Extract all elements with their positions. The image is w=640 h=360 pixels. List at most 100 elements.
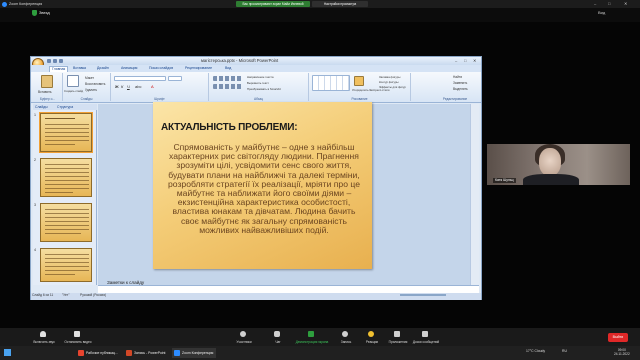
tab-slideshow[interactable]: Показ слайдов [147,66,175,71]
layout-button[interactable]: Макет [85,76,94,80]
taskbar-clock[interactable]: 09:00 24.11.2022 [614,348,630,357]
clock-date: 24.11.2022 [614,352,630,357]
slide-title: АКТУАЛЬНІСТЬ ПРОБЛЕМИ: [161,122,298,133]
language-indicator[interactable]: RU [562,349,567,353]
taskbar-app-powerpoint[interactable]: Запись - PowerPoint [124,348,168,358]
ppt-title-bar: магістерська.pptx - Microsoft PowerPoint… [31,57,481,65]
shape-effects-button[interactable]: Эффекты для фигур [379,85,406,89]
share-screen-icon[interactable] [308,331,314,337]
slide-number: 2 [34,158,36,162]
video-label[interactable]: Остановить видео [58,340,98,344]
tab-animation[interactable]: Анимация [119,66,139,71]
italic-button[interactable]: К [121,84,123,89]
start-icon[interactable] [4,349,11,356]
ppt-maximize-icon[interactable]: □ [464,58,466,63]
create-slide-label: Создать слайд [64,89,84,93]
tab-slides[interactable]: Слайды [35,104,48,110]
view-options-button[interactable]: Настройки просмотра [312,1,368,7]
font-group: Ж К Ч abc A Шрифт [111,73,209,101]
slide-count-status: Слайд 6 из 11 [32,292,54,297]
text-direction-button[interactable]: Направление текста [247,75,274,79]
participants-icon[interactable] [240,331,246,337]
new-slide-icon[interactable] [67,75,79,87]
slide-body-text: Спрямованість у майбутнє – одне з найбіл… [168,142,360,235]
select-button[interactable]: Выделить [453,87,468,91]
apps-icon[interactable] [394,331,400,337]
slide-thumbnail[interactable] [40,248,92,282]
maximize-icon[interactable]: □ [608,1,610,7]
whiteboard-icon[interactable] [422,331,428,337]
replace-button[interactable]: Заменить [453,81,467,85]
arrange-icon[interactable] [354,76,364,86]
slide-thumbnail[interactable] [40,203,92,242]
shape-outline-button[interactable]: Контур фигуры [379,80,399,84]
tab-view[interactable]: Вид [223,66,233,71]
zoom-slider[interactable] [400,294,446,296]
taskbar-app-label: Рабочие публикац... [86,351,118,355]
shapes-gallery[interactable] [312,75,350,91]
slide-thumbnail[interactable] [40,158,92,197]
smartart-button[interactable]: Преобразовать в SmartArt [247,87,281,91]
delete-button[interactable]: Удалить [85,88,97,92]
editing-group: Найти Заменить Выделить Редактирование [411,73,479,101]
drawing-group-label: Рисование [351,97,368,101]
ppt-minimize-icon[interactable]: – [455,58,457,63]
zoom-window-title: Zoom Конференция [9,2,43,6]
zoom-title-bar: Zoom Конференция Вас просматривают экран… [0,0,640,8]
slide-number: 3 [34,203,36,207]
tab-review[interactable]: Рецензирование [183,66,214,71]
notes-placeholder: Заметки к слайду [107,280,145,285]
taskbar-app-browser[interactable]: Рабочие публикац... [76,348,120,358]
align-text-button[interactable]: Выровнять текст [247,81,269,85]
save-icon[interactable] [47,59,51,63]
paste-label: Вставить [38,90,52,94]
font-size-select[interactable] [168,76,182,81]
tab-insert[interactable]: Вставка [71,66,88,71]
minimize-icon[interactable]: – [594,1,596,7]
ppt-close-icon[interactable]: ✕ [473,58,476,63]
screen-share-banner: Вас просматривают экран Майи Ивлевой [236,1,310,7]
record-icon[interactable] [342,331,348,337]
chat-icon[interactable] [274,331,280,337]
editing-group-label: Редактирование [442,97,468,101]
list-buttons-icon[interactable] [213,76,243,81]
leave-meeting-button[interactable]: Выйти [608,333,628,342]
reset-button[interactable]: Восстановить [85,82,105,86]
tab-design[interactable]: Дизайн [95,66,111,71]
vertical-scrollbar[interactable] [470,104,479,285]
reactions-icon[interactable] [368,331,374,337]
strikethrough-button[interactable]: abc [135,84,141,89]
video-camera-icon[interactable] [74,331,80,337]
font-group-label: Шрифт [154,97,165,101]
find-button[interactable]: Найти [453,75,462,79]
shield-icon[interactable] [32,10,37,16]
tab-outline[interactable]: Структура [57,104,73,110]
font-color-button[interactable]: A [151,84,154,89]
paragraph-group-label: Абзац [254,97,263,101]
slide-thumbnail[interactable] [39,112,93,153]
ppt-window-title: магістерська.pptx - Microsoft PowerPoint [201,58,279,63]
microphone-muted-icon[interactable] [40,331,46,337]
redo-icon[interactable] [59,59,63,63]
clipboard-group-label: Буфер о... [39,97,56,101]
weather-text: 17°C Cloudy [526,349,546,353]
bold-button[interactable]: Ж [115,84,119,89]
current-slide[interactable]: АКТУАЛЬНІСТЬ ПРОБЛЕМИ: Спрямованість у м… [153,102,372,269]
font-name-select[interactable] [114,76,166,81]
desktop: Zoom Конференция Вас просматривают экран… [0,0,640,360]
whiteboards-label[interactable]: Доски сообщений [406,340,446,344]
align-buttons-icon[interactable] [213,84,243,89]
zoom-logo-icon [2,1,7,7]
underline-button[interactable]: Ч [127,84,130,89]
view-button[interactable]: Вид [598,10,605,15]
undo-icon[interactable] [53,59,57,63]
theme-status: "Ует" [62,292,70,297]
shape-fill-button[interactable]: Заливка фигуры [379,75,400,79]
paste-icon[interactable] [41,75,53,88]
close-icon[interactable]: ✕ [624,1,627,7]
system-tray[interactable]: 17°C Cloudy RU [526,349,567,353]
slides-group-label: Слайды [80,97,93,101]
taskbar-app-zoom[interactable]: Zoom Конференция [172,348,216,358]
slide-number: 4 [34,248,36,252]
language-status: Русский (Россия) [80,292,107,297]
